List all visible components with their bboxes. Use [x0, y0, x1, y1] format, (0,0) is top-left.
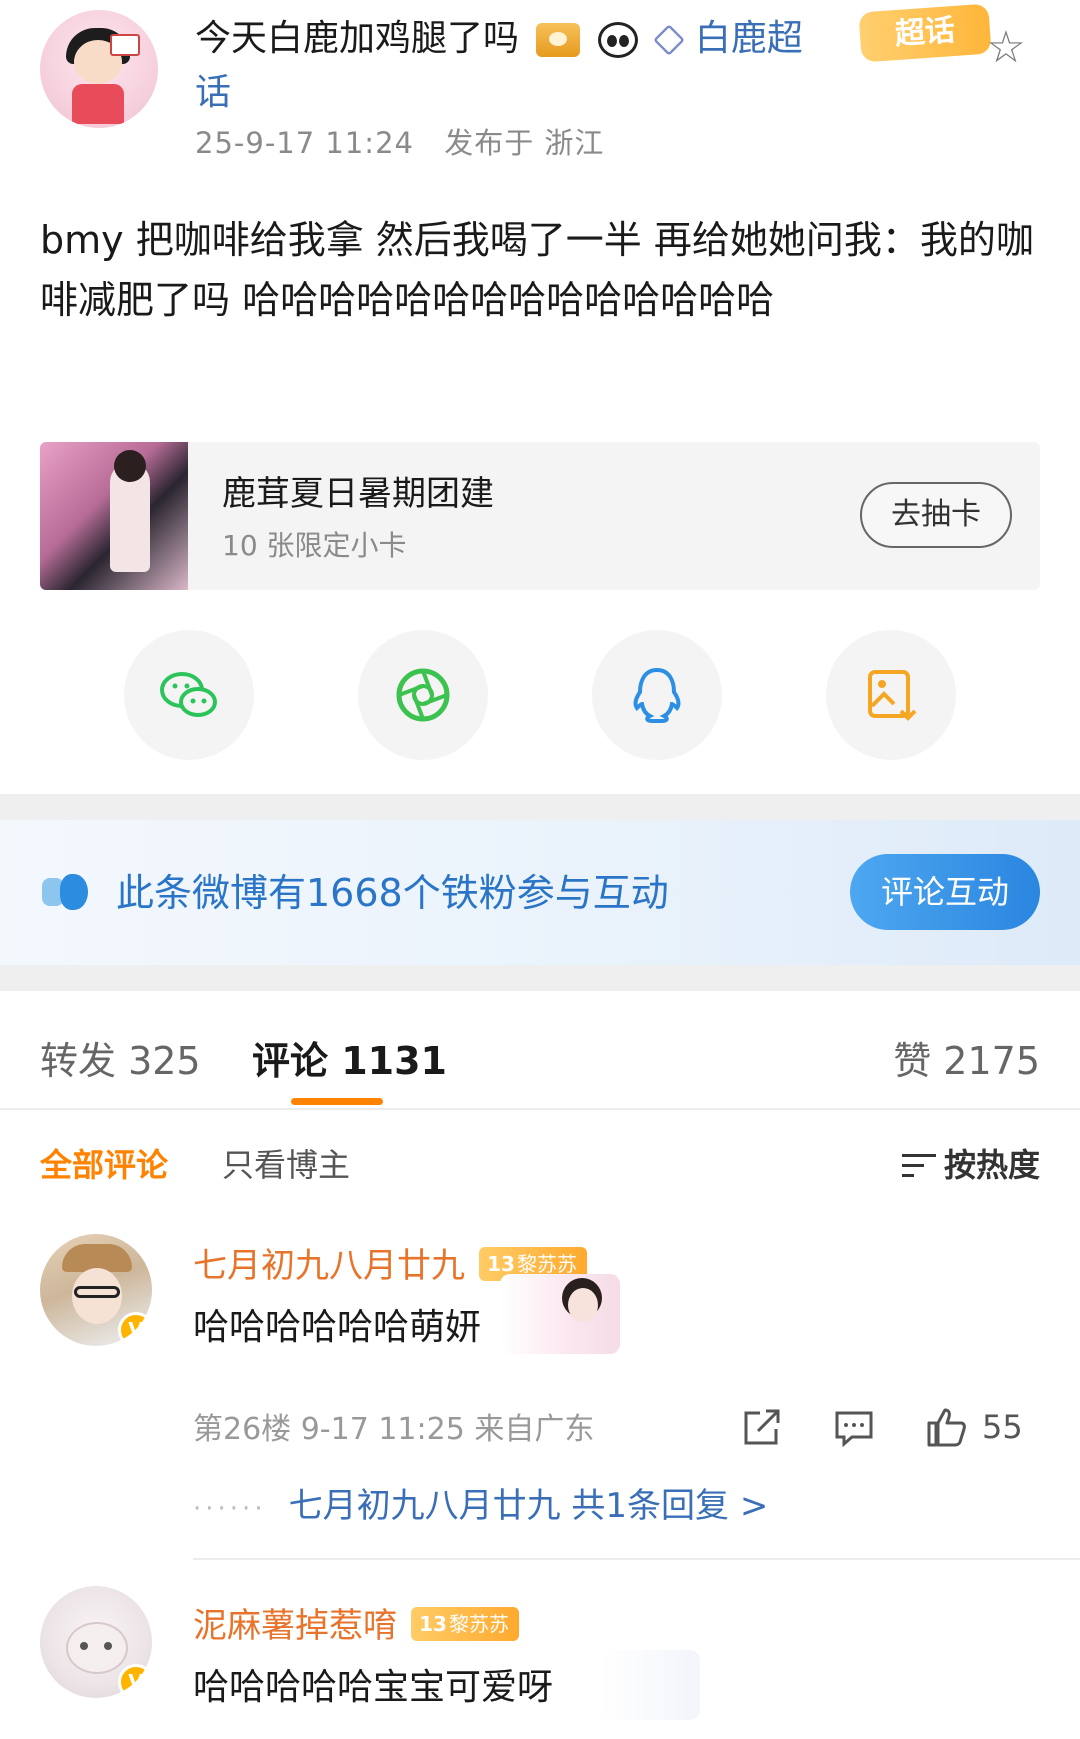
draw-card-button[interactable]: 去抽卡	[860, 482, 1012, 548]
diamond-icon	[653, 24, 686, 56]
like-comment-button[interactable]: 55	[924, 1402, 1023, 1452]
commenter-avatar[interactable]: V	[40, 1586, 152, 1698]
commenter-name-text: 泥麻薯掉惹唷	[193, 1606, 397, 1646]
comment-filters: 全部评论 只看博主 按热度	[0, 1130, 1080, 1190]
post-location: 发布于 浙江	[444, 126, 605, 160]
fan-level: 13	[419, 1612, 447, 1636]
promo-thumbnail	[40, 442, 188, 590]
reply-comment-button[interactable]	[832, 1402, 876, 1452]
comment-divider	[193, 1558, 1080, 1560]
post-tabs: 转发 325 评论 1131 赞 2175	[0, 1010, 1080, 1110]
crown-icon	[536, 23, 581, 57]
share-moments-button[interactable]	[358, 630, 488, 760]
wechat-icon	[160, 672, 217, 717]
share-icon	[744, 1409, 780, 1445]
tab-likes[interactable]: 赞 2175	[893, 1030, 1040, 1085]
star-icon[interactable]: ☆	[982, 24, 1030, 72]
author-line: 今天白鹿加鸡腿了吗 白鹿超 话	[195, 12, 955, 120]
comment-meta: 第26楼 9-17 11:25 来自广东	[193, 1412, 595, 1447]
commenter-avatar[interactable]: V	[40, 1234, 152, 1346]
sort-button[interactable]: 按热度	[901, 1140, 1040, 1186]
like-count: 55	[982, 1408, 1023, 1446]
comment-icon	[835, 1411, 873, 1448]
share-qq-button[interactable]	[592, 630, 722, 760]
supertopic-link[interactable]: 白鹿超	[695, 18, 803, 59]
fan-group: 黎苏苏	[517, 1252, 577, 1276]
tab-comments[interactable]: 评论 1131	[252, 1030, 447, 1085]
avatar-dress	[72, 84, 124, 124]
panda-icon	[597, 22, 638, 58]
promo-card[interactable]: 鹿茸夏日暑期团建 10 张限定小卡 去抽卡	[40, 442, 1040, 590]
filter-author-only[interactable]: 只看博主	[222, 1140, 350, 1186]
reply-link-text: 七月初九八月廿九 共1条回复 >	[288, 1486, 769, 1526]
save-image-button[interactable]	[826, 630, 956, 760]
moments-icon	[396, 668, 450, 722]
qq-icon	[633, 667, 681, 723]
fans-banner: 此条微博有1668个铁粉参与互动 评论互动	[0, 820, 1080, 965]
supertopic-tag[interactable]: 超话	[858, 3, 992, 63]
supertopic-link-cont[interactable]: 话	[195, 72, 231, 113]
comment-text: 哈哈哈哈哈哈萌妍	[193, 1307, 482, 1348]
avatar-sign	[110, 34, 140, 56]
post-body: bmy 把咖啡给我拿 然后我喝了一半 再给她她问我：我的咖啡减肥了吗 哈哈哈哈哈…	[40, 218, 1034, 322]
tab-repost[interactable]: 转发 325	[40, 1030, 201, 1085]
post-meta: 25-9-17 11:24 发布于 浙江	[195, 120, 624, 162]
share-wechat-button[interactable]	[124, 630, 254, 760]
promo-subtitle: 10 张限定小卡	[222, 529, 407, 562]
comment-interact-button[interactable]: 评论互动	[850, 854, 1040, 930]
commenter-name[interactable]: 泥麻薯掉惹唷 13 黎苏苏	[193, 1598, 519, 1647]
post-timestamp: 25-9-17 11:24	[195, 126, 414, 160]
verified-icon: V	[118, 1312, 152, 1346]
save-image-icon	[868, 670, 917, 721]
fans-icon	[42, 872, 92, 912]
sort-icon	[901, 1152, 936, 1180]
section-divider	[0, 794, 1080, 820]
fan-badge: 13 黎苏苏	[411, 1607, 519, 1641]
section-divider	[0, 965, 1080, 991]
thumb-head	[114, 450, 146, 482]
sort-label: 按热度	[943, 1146, 1040, 1184]
thumbs-up-icon	[927, 1408, 966, 1447]
comment-text: 哈哈哈哈哈宝宝可爱呀	[193, 1667, 554, 1708]
verified-icon: V	[118, 1664, 152, 1698]
share-comment-button[interactable]	[740, 1402, 784, 1452]
promo-title: 鹿茸夏日暑期团建	[222, 474, 494, 514]
filter-all-comments[interactable]: 全部评论	[40, 1140, 168, 1186]
active-tab-indicator	[291, 1098, 383, 1105]
reply-dots: ······	[193, 1494, 267, 1524]
fans-banner-text: 此条微博有1668个铁粉参与互动	[116, 871, 669, 915]
share-row	[0, 630, 1080, 760]
fan-group: 黎苏苏	[449, 1612, 509, 1636]
comment-actions: 55	[740, 1402, 1040, 1452]
author-avatar[interactable]	[40, 10, 158, 128]
commenter-name-text: 七月初九八月廿九	[193, 1246, 465, 1286]
post-header: 今天白鹿加鸡腿了吗 白鹿超 话 超话 ☆ 25-9-17 11:24 发布于 浙…	[40, 0, 1060, 190]
author-name[interactable]: 今天白鹿加鸡腿了吗	[195, 18, 519, 59]
comment-sticker	[500, 1274, 620, 1354]
comment-sticker	[600, 1650, 700, 1720]
view-replies-link[interactable]: ······ 七月初九八月廿九 共1条回复 >	[193, 1478, 768, 1527]
